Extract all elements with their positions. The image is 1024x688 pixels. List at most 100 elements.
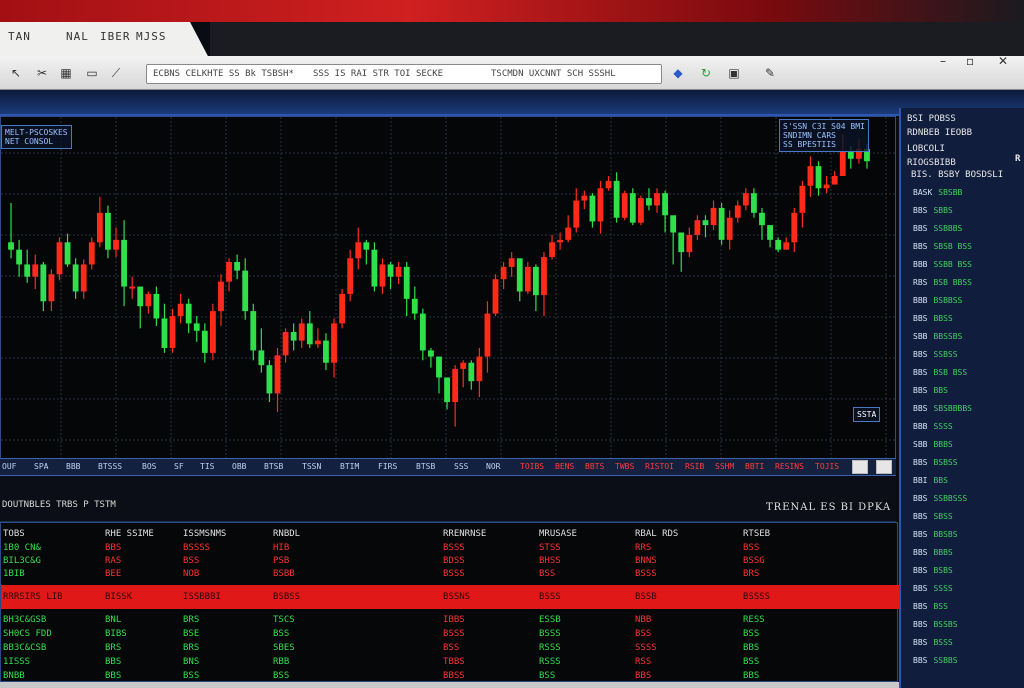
image-icon[interactable]: ▭: [84, 65, 100, 81]
watchlist-row[interactable]: BBS BSSBS: [913, 620, 958, 629]
watchlist-row[interactable]: BBS BBSS: [913, 314, 953, 323]
table-header[interactable]: RNBDL: [273, 529, 300, 539]
timeframe-tab[interactable]: BTSSS: [98, 462, 122, 471]
indicator-tab[interactable]: RISTOI: [645, 462, 674, 471]
watchlist-row[interactable]: BBS SBSBBBBS: [913, 404, 972, 413]
timeframe-tab[interactable]: BOS: [142, 462, 156, 471]
watchlist-row[interactable]: SBB BBSSBS: [913, 332, 962, 341]
candle-body: [847, 151, 854, 159]
watchlist-row[interactable]: BBS BSB BSS: [913, 368, 967, 377]
timeframe-tab[interactable]: BTSB: [264, 462, 283, 471]
indicator-tab[interactable]: RSIB: [685, 462, 704, 471]
indicator-tab[interactable]: BENS: [555, 462, 574, 471]
menu-item[interactable]: IBER: [100, 30, 131, 43]
refresh-icon[interactable]: ↻: [698, 65, 714, 81]
timeframe-tab[interactable]: SF: [174, 462, 184, 471]
watchlist-value: BBBS: [933, 440, 953, 449]
candle-body: [32, 264, 39, 277]
panel-toggle-button[interactable]: [852, 460, 868, 474]
watchlist-row[interactable]: BBS BBSBS: [913, 530, 958, 539]
table-header[interactable]: RHE SSIME: [105, 529, 154, 539]
panel-toggle-button[interactable]: [876, 460, 892, 474]
price-chart-panel[interactable]: MELT-PSCOSKES NET CONSOL S'SSN C3I S04 B…: [0, 116, 896, 462]
indicator-tab[interactable]: BBTS: [585, 462, 604, 471]
line-icon[interactable]: ⟋: [108, 65, 124, 81]
indicator-tab[interactable]: BBTI: [745, 462, 764, 471]
watchlist-row[interactable]: BBB SSBB BSS: [913, 260, 972, 269]
timeframe-tab[interactable]: OBB: [232, 462, 246, 471]
timeframe-tab[interactable]: BTIM: [340, 462, 359, 471]
menu-tab[interactable]: TAN NAL IBER MJSS: [0, 22, 210, 60]
table-header[interactable]: RTSEB: [743, 529, 770, 539]
indicator-tab[interactable]: TOIBS: [520, 462, 544, 471]
watchlist-symbol: BBS: [913, 404, 928, 413]
candle-body: [726, 217, 733, 240]
watchlist-row[interactable]: BBS SSBBBS: [913, 224, 962, 233]
watchlist-row[interactable]: BBS SBSB BSS: [913, 242, 972, 251]
watchlist-row[interactable]: BBB BSBBSS: [913, 296, 962, 305]
maximize-button[interactable]: ▫: [966, 54, 974, 68]
menu-item[interactable]: TAN: [8, 30, 31, 43]
menu-item[interactable]: NAL: [66, 30, 89, 43]
candle-body: [839, 151, 846, 176]
watchlist-row[interactable]: BBS BBS: [913, 386, 948, 395]
timeframe-tab[interactable]: NOR: [486, 462, 500, 471]
table-cell: RSSS: [539, 657, 561, 667]
watchlist-row[interactable]: BASK SBSBB: [913, 188, 962, 197]
candle-body: [662, 193, 669, 216]
close-button[interactable]: ✕: [998, 54, 1008, 68]
table-header[interactable]: TOBS: [3, 529, 25, 539]
table-header[interactable]: RRENRNSE: [443, 529, 486, 539]
timeframe-tab[interactable]: TSSN: [302, 462, 321, 471]
watchlist-row[interactable]: BBI BBS: [913, 476, 948, 485]
watchlist-row[interactable]: BBS SBBS: [913, 206, 953, 215]
table-header[interactable]: ISSMSNMS: [183, 529, 226, 539]
minimize-button[interactable]: –: [940, 54, 946, 68]
candle-body: [549, 242, 555, 258]
table-cell: BSSS: [443, 629, 465, 639]
watchlist-row[interactable]: SBB BBBS: [913, 440, 953, 449]
watchlist-row[interactable]: BBS BSS: [913, 602, 948, 611]
menu-item[interactable]: MJSS: [136, 30, 167, 43]
candle-body: [831, 175, 838, 185]
candle-body: [137, 286, 144, 307]
watchlist-row[interactable]: BBB SSSS: [913, 422, 953, 431]
indicator-tab[interactable]: TWBS: [615, 462, 634, 471]
candle-body: [226, 261, 232, 282]
selected-row[interactable]: RRRSIRS LIB BISSK ISSBBBI BSBSS BSSNS BSSS BSS…: [1, 585, 899, 609]
candle-body: [484, 313, 491, 357]
candle-body: [532, 266, 539, 296]
watchlist-row[interactable]: BBS BSSS: [913, 638, 953, 647]
timeframe-tab[interactable]: SPA: [34, 462, 48, 471]
chart-icon[interactable]: ▦: [58, 65, 74, 81]
candlestick-chart[interactable]: [1, 117, 895, 461]
timeframe-tab[interactable]: TIS: [200, 462, 214, 471]
watchlist-symbol: BBS: [913, 584, 928, 593]
watchlist-row[interactable]: BBS SBSS: [913, 512, 953, 521]
watchlist-row[interactable]: BBS BSBS: [913, 566, 953, 575]
scissors-icon[interactable]: ✂: [34, 65, 50, 81]
indicator-tab[interactable]: TOJIS: [815, 462, 839, 471]
pen-icon[interactable]: ✎: [762, 65, 778, 81]
table-cell: BHSS: [539, 556, 561, 566]
indicator-tab[interactable]: SSHM: [715, 462, 734, 471]
camera-icon[interactable]: ▣: [726, 65, 742, 81]
watchlist-row[interactable]: BBS BSBSS: [913, 458, 958, 467]
timeframe-tab[interactable]: BBB: [66, 462, 80, 471]
timeframe-tab[interactable]: FIRS: [378, 462, 397, 471]
watchlist-row[interactable]: BBS SSBSS: [913, 350, 958, 359]
address-bar[interactable]: ECBNS CELKHTE SS Bk TSBSH* SSS IS RAI ST…: [146, 64, 662, 84]
watchlist-row[interactable]: BBS SSBBS: [913, 656, 958, 665]
watchlist-row[interactable]: RBS BSB BBSS: [913, 278, 972, 287]
bookmark-icon[interactable]: ◆: [670, 65, 686, 81]
timeframe-tab[interactable]: OUF: [2, 462, 16, 471]
indicator-tab[interactable]: RESINS: [775, 462, 804, 471]
watchlist-row[interactable]: BBS SSBBSSS: [913, 494, 967, 503]
timeframe-tab[interactable]: SSS: [454, 462, 468, 471]
cursor-icon[interactable]: ↖: [8, 65, 24, 81]
timeframe-tab[interactable]: BTSB: [416, 462, 435, 471]
table-header[interactable]: RBAL RDS: [635, 529, 678, 539]
watchlist-row[interactable]: BBS SSSS: [913, 584, 953, 593]
table-header[interactable]: MRUSASE: [539, 529, 577, 539]
watchlist-row[interactable]: BBS BBBS: [913, 548, 953, 557]
